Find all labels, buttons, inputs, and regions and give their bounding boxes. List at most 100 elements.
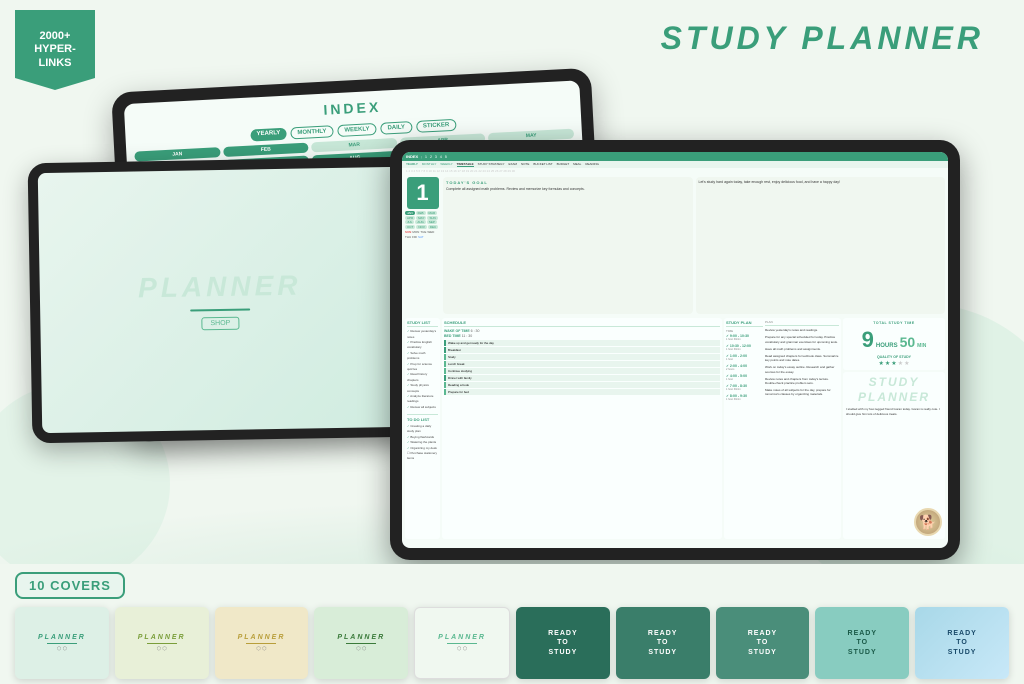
todo-items: ✓ Creating a daily study plan ✓ Buying f…: [407, 424, 438, 462]
sch-5: Continue studying: [444, 368, 720, 374]
covers-badge-text: 10 COVERS: [29, 578, 111, 593]
m-jan: JAN: [405, 211, 415, 215]
month-feb: FEB: [223, 143, 309, 157]
planner-cover-accent: [190, 308, 250, 311]
nav-weekly: WEEKLY: [337, 123, 377, 137]
sl-4: ✓ Prep for science quizzes: [407, 362, 438, 373]
sl-8: ✓ Review all subjects: [407, 405, 438, 410]
td-3: ✓ Watering the plants: [407, 440, 438, 445]
time-blocks: ✓ 9:00 - 10:30 1 hour 30min ✓ 10:30 - 12…: [726, 334, 763, 401]
covers-section: 10 COVERS PLANNER ⬡ ⬡ PLANNER ⬡ ⬡ PLANNE…: [0, 564, 1024, 684]
nav-sep: |: [421, 155, 422, 159]
star-3: ★: [891, 360, 896, 367]
cover-4-sub: ⬡ ⬡: [356, 646, 366, 652]
subnav-strategy: STUDY STRATEGY: [478, 162, 505, 167]
covers-grid: PLANNER ⬡ ⬡ PLANNER ⬡ ⬡ PLANNER ⬡ ⬡ PLAN…: [15, 607, 1009, 679]
sub-nav-bar: YEARLY MONTHLY WEEKLY TIMETABLE STUDY ST…: [402, 161, 948, 168]
memo-title: STUDYPLANNER: [846, 375, 942, 404]
memo-text: Let's study hard again today, take enoug…: [699, 180, 943, 185]
nav-monthly: MONTHLY: [290, 125, 334, 139]
cover-8-label: READYTOSTUDY: [748, 629, 778, 656]
todo-section: TO DO LIST ✓ Creating a daily study plan…: [407, 414, 438, 462]
m-nov: NOV: [416, 225, 427, 229]
td-5: ☐ Purchase stationery items: [407, 451, 438, 462]
cover-10: READYTOSTUDY: [915, 607, 1009, 679]
planner-cover-shop: SHOP: [201, 316, 239, 330]
tb-6: ✓ 7:00 - 8:30 1 hour 30min: [726, 384, 763, 391]
m-dec: DEC: [428, 225, 438, 229]
cover-7-label: READYTOSTUDY: [648, 629, 678, 656]
d-fri: FRI: [412, 235, 417, 239]
cover-1-label: PLANNER: [38, 634, 86, 641]
m-jul: JUL: [405, 220, 414, 224]
cover-4-line: [346, 643, 376, 644]
plan-blocks: Review yesterday's notes and readings. P…: [765, 328, 839, 396]
title-area: STUDY PLANNER: [661, 20, 984, 57]
d-sat: SAT: [418, 235, 424, 239]
sl-2: ✓ Practice English vocabulary: [407, 340, 438, 351]
pb-4: Read assigned chapters for textbook clas…: [765, 354, 839, 362]
pb-2: Prepare for any special scheduled for to…: [765, 335, 839, 343]
sl-7: ✓ Analyze literature readings: [407, 394, 438, 405]
month-mini-2: JUL AUG SEP OCT NOV DEC: [405, 220, 440, 229]
quality-header: QUALITY OF STUDY: [846, 355, 942, 359]
nav-index: INDEX: [406, 154, 418, 159]
sl-5: ✓ Read history chapters: [407, 372, 438, 383]
cover-1: PLANNER ⬡ ⬡: [15, 607, 109, 679]
m-feb: FEB: [416, 211, 426, 215]
star-4: ★: [898, 360, 903, 367]
d-sun: SUN: [405, 230, 411, 234]
day-number: 1: [407, 177, 439, 209]
cover-5-sub: ⬡ ⬡: [457, 646, 467, 652]
wake-time: WAKE OF TIME 6 : 30: [444, 329, 720, 333]
num-placeholder: 1 2 3 4 5 6 7 8 9 10 11 12 13 14 15 16 1…: [406, 169, 515, 173]
tablet-left-screen: PLANNER SHOP: [38, 167, 402, 433]
d-tue: TUE: [420, 230, 426, 234]
tb-1: ✓ 9:00 - 10:30 1 hour 30min: [726, 334, 763, 341]
cover-2-sub: ⬡ ⬡: [157, 646, 167, 652]
memo-content: I studied with my four-legged friend Gor…: [846, 407, 942, 417]
pb-1: Review yesterday's notes and readings.: [765, 328, 839, 332]
nav-3: 3: [435, 155, 437, 159]
tb-3: ✓ 1:00 - 2:00 1 hour: [726, 354, 763, 361]
subnav-budget: BUDGET: [557, 162, 570, 167]
nav-daily: DAILY: [380, 121, 412, 135]
sch-1: Wake up and get ready for the day: [444, 340, 720, 346]
days-row: SUN MON TUE WED THU FRI SAT: [405, 230, 440, 239]
d-mon: MON: [412, 230, 419, 234]
month-mar: MAR: [311, 138, 397, 152]
pb-7: Make notes of all subjects for the day, …: [765, 388, 839, 396]
total-study-header: TOTAL STUDY TIME: [846, 321, 942, 325]
sl-1: ✓ Review yesterday's notes: [407, 329, 438, 340]
nav-5: 5: [445, 155, 447, 159]
study-list-col: STUDY LIST ✓ Review yesterday's notes ✓ …: [405, 318, 440, 539]
month-mini: JAN FEB MAR APR MAY SUN: [405, 211, 440, 220]
sl-3: ✓ Solve math problems: [407, 351, 438, 362]
total-mins: 50: [900, 334, 916, 350]
plan-col: PLAN Review yesterday's notes and readin…: [765, 320, 839, 537]
right-col: TOTAL STUDY TIME 9 HOURS 50 MIN QUALITY …: [843, 318, 945, 539]
dog-avatar: 🐕: [914, 508, 942, 536]
m-mar: MAR: [427, 211, 438, 215]
cover-9-label: READYTOSTUDY: [848, 629, 878, 656]
cover-5-label: PLANNER: [438, 634, 486, 641]
tablet-front: INDEX | 1 2 3 4 5 YEARLY MONTHLY WEEKLY …: [390, 140, 960, 560]
sp-header-time: STUDY PLAN: [726, 320, 763, 327]
star-5: ★: [904, 360, 909, 367]
sp-col-plan: PLAN: [765, 320, 839, 326]
cover-10-label: READYTOSTUDY: [947, 629, 977, 656]
cover-2-label: PLANNER: [138, 634, 186, 641]
d-thu: THU: [405, 235, 411, 239]
pb-3: Have all math problems and assignments.: [765, 347, 839, 351]
study-list-items: ✓ Review yesterday's notes ✓ Practice En…: [407, 329, 438, 410]
subnav-meal: MEAL: [573, 162, 581, 167]
pb-5: Work on today's essay outline. Research …: [765, 365, 839, 373]
cover-5: PLANNER ⬡ ⬡: [414, 607, 510, 679]
study-list-header: STUDY LIST: [407, 320, 438, 327]
memo-section: STUDYPLANNER I studied with my four-legg…: [843, 372, 945, 539]
nav-sticker: STICKER: [416, 119, 457, 133]
memo-box-header: Let's study hard again today, take enoug…: [696, 177, 946, 314]
date-section: 1 JAN FEB MAR APR MAY SUN JUL AUG SEP OC…: [405, 177, 440, 314]
subnav-yearly: YEARLY: [406, 162, 418, 167]
d-wed: WED: [427, 230, 434, 234]
